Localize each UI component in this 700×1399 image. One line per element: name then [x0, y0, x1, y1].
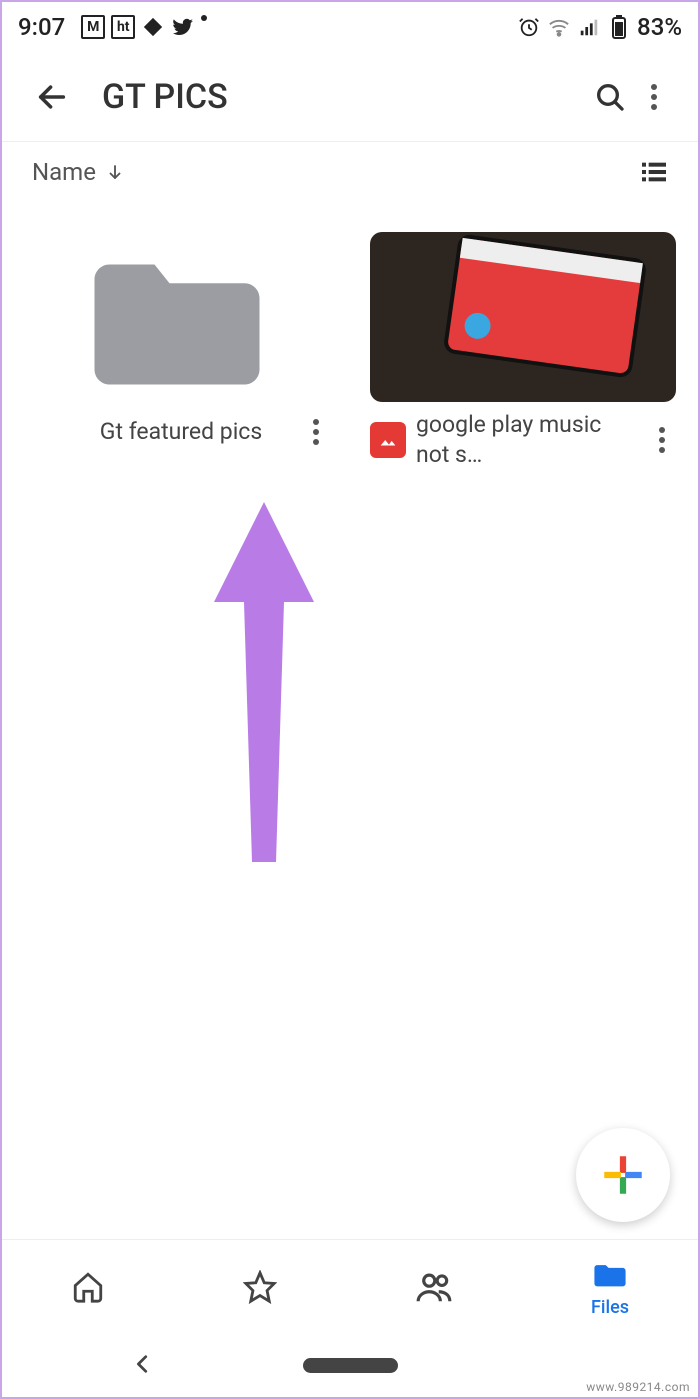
alarm-icon: [517, 15, 541, 39]
system-home-pill[interactable]: [303, 1358, 398, 1373]
star-icon: [243, 1270, 277, 1304]
nav-starred[interactable]: [243, 1269, 277, 1305]
fab-add-button[interactable]: [576, 1128, 670, 1222]
item-overflow-button[interactable]: [648, 418, 676, 462]
status-bar: 9:07 M ht 83%: [2, 2, 698, 52]
sort-button[interactable]: Name: [32, 158, 124, 186]
battery-icon: [607, 15, 631, 39]
people-icon: [415, 1270, 453, 1304]
nav-home[interactable]: [71, 1269, 105, 1305]
ht-icon: ht: [111, 15, 135, 39]
sort-label-text: Name: [32, 158, 96, 186]
item-label: google play music not s…: [416, 410, 638, 470]
wifi-icon: [547, 15, 571, 39]
twitter-icon: [171, 15, 195, 39]
search-button[interactable]: [588, 75, 632, 119]
page-title: GT PICS: [102, 77, 588, 117]
list-view-icon: [638, 156, 670, 188]
sort-row: Name: [2, 142, 698, 202]
image-thumbnail: [370, 232, 676, 402]
image-icon: [377, 429, 399, 451]
folder-icon: [593, 1258, 627, 1292]
folder-icon: [82, 242, 272, 392]
watermark: www.989214.com: [586, 1380, 690, 1394]
home-icon: [71, 1270, 105, 1304]
nav-shared[interactable]: [415, 1269, 453, 1305]
view-toggle-button[interactable]: [632, 150, 676, 194]
system-back-button[interactable]: [132, 1353, 154, 1379]
nav-files[interactable]: Files: [591, 1257, 629, 1318]
app-bar: GT PICS: [2, 52, 698, 142]
gmail-icon: M: [81, 15, 105, 39]
arrow-down-icon: [106, 163, 124, 181]
notification-icon: [141, 15, 165, 39]
annotation-arrow: [214, 502, 314, 862]
signal-icon: [577, 15, 601, 39]
status-right: 83%: [517, 13, 682, 41]
item-label: Gt featured pics: [70, 417, 292, 447]
back-button[interactable]: [30, 75, 74, 119]
more-notifications-icon: [201, 15, 207, 21]
item-overflow-button[interactable]: [302, 410, 330, 454]
file-grid: Gt featured pics google play music not s…: [2, 202, 698, 490]
grid-item-image[interactable]: google play music not s…: [370, 232, 676, 470]
image-type-badge: [370, 422, 406, 458]
status-battery-pct: 83%: [637, 13, 682, 41]
status-left: 9:07 M ht: [18, 13, 207, 41]
grid-item-folder[interactable]: Gt featured pics: [24, 232, 330, 470]
bottom-nav: Files: [2, 1239, 698, 1334]
folder-thumbnail: [24, 232, 330, 402]
overflow-menu-button[interactable]: [632, 75, 676, 119]
status-time: 9:07: [18, 13, 65, 41]
nav-files-label: Files: [591, 1297, 629, 1318]
plus-icon: [598, 1150, 648, 1200]
